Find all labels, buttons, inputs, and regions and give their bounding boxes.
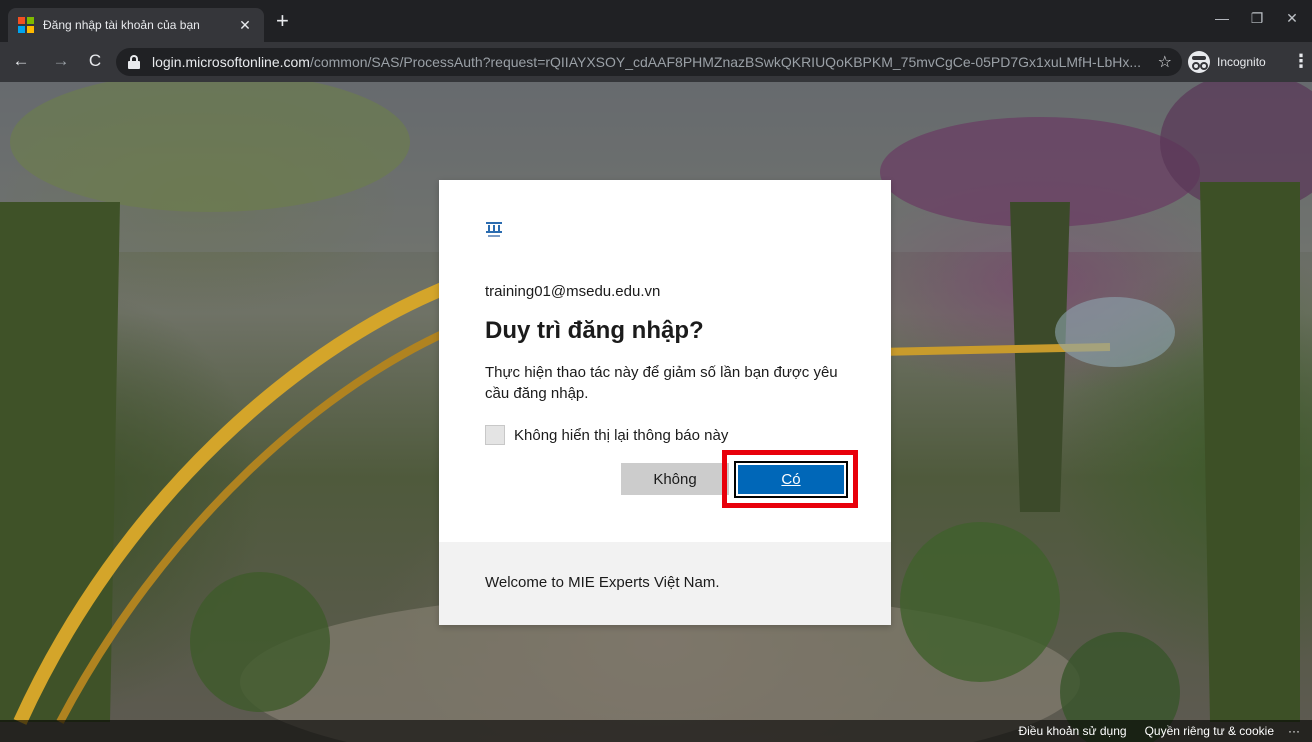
url-path: /common/SAS/ProcessAuth?request=rQIIAYXS… xyxy=(309,54,1142,70)
welcome-message: Welcome to MIE Experts Việt Nam. xyxy=(485,574,720,591)
more-options-icon[interactable]: ··· xyxy=(1288,724,1300,738)
new-tab-button[interactable]: + xyxy=(276,10,289,32)
tab-title: Đăng nhập tài khoản của bạn xyxy=(43,18,200,32)
incognito-profile-button[interactable]: Incognito xyxy=(1188,49,1266,75)
no-button[interactable]: Không xyxy=(621,463,729,495)
url-host: login.microsoftonline.com xyxy=(152,54,310,70)
tab-close-icon[interactable]: ✕ xyxy=(236,17,254,34)
lock-icon[interactable] xyxy=(128,55,140,69)
dialog-body: training01@msedu.edu.vn Duy trì đăng nhậ… xyxy=(439,180,891,542)
incognito-label: Incognito xyxy=(1217,55,1266,69)
browser-menu-icon[interactable]: ⋮ xyxy=(1292,51,1310,72)
dont-show-again-label: Không hiển thị lại thông báo này xyxy=(514,426,729,444)
dialog-title: Duy trì đăng nhập? xyxy=(485,317,704,344)
dialog-footer: Welcome to MIE Experts Việt Nam. xyxy=(439,542,891,625)
address-bar[interactable]: login.microsoftonline.com/common/SAS/Pro… xyxy=(116,48,1182,76)
page-footer: Điều khoản sử dụng Quyền riêng tư & cook… xyxy=(0,720,1312,742)
url-text[interactable]: login.microsoftonline.com/common/SAS/Pro… xyxy=(152,54,1150,70)
incognito-icon xyxy=(1188,51,1210,73)
organization-logo-icon xyxy=(486,222,502,237)
dont-show-again-checkbox[interactable] xyxy=(485,425,505,445)
dont-show-again-checkbox-row[interactable]: Không hiển thị lại thông báo này xyxy=(485,425,728,445)
bookmark-star-icon[interactable]: ☆ xyxy=(1158,52,1172,72)
restore-icon[interactable]: ❐ xyxy=(1247,10,1267,27)
reload-icon[interactable]: C xyxy=(84,51,106,71)
yes-button[interactable]: Có xyxy=(734,461,848,498)
privacy-cookies-link[interactable]: Quyền riêng tư & cookie xyxy=(1145,724,1274,738)
stay-signed-in-dialog: training01@msedu.edu.vn Duy trì đăng nhậ… xyxy=(439,180,891,625)
microsoft-logo-icon xyxy=(18,17,34,33)
back-arrow-icon[interactable]: ← xyxy=(10,51,32,71)
dialog-description: Thực hiện thao tác này để giảm số lần bạ… xyxy=(485,364,838,402)
window-close-icon[interactable]: ✕ xyxy=(1282,10,1302,27)
browser-tab-bar: Đăng nhập tài khoản của bạn ✕ + — ❐ ✕ xyxy=(0,0,1312,42)
account-email: training01@msedu.edu.vn xyxy=(485,283,661,300)
terms-of-use-link[interactable]: Điều khoản sử dụng xyxy=(1018,724,1126,738)
minimize-icon[interactable]: — xyxy=(1212,10,1232,26)
browser-tab[interactable]: Đăng nhập tài khoản của bạn ✕ xyxy=(8,8,264,42)
forward-arrow-icon[interactable]: → xyxy=(50,51,72,71)
login-page-background: training01@msedu.edu.vn Duy trì đăng nhậ… xyxy=(0,82,1312,742)
browser-toolbar: ← → C login.microsoftonline.com/common/S… xyxy=(0,42,1312,82)
